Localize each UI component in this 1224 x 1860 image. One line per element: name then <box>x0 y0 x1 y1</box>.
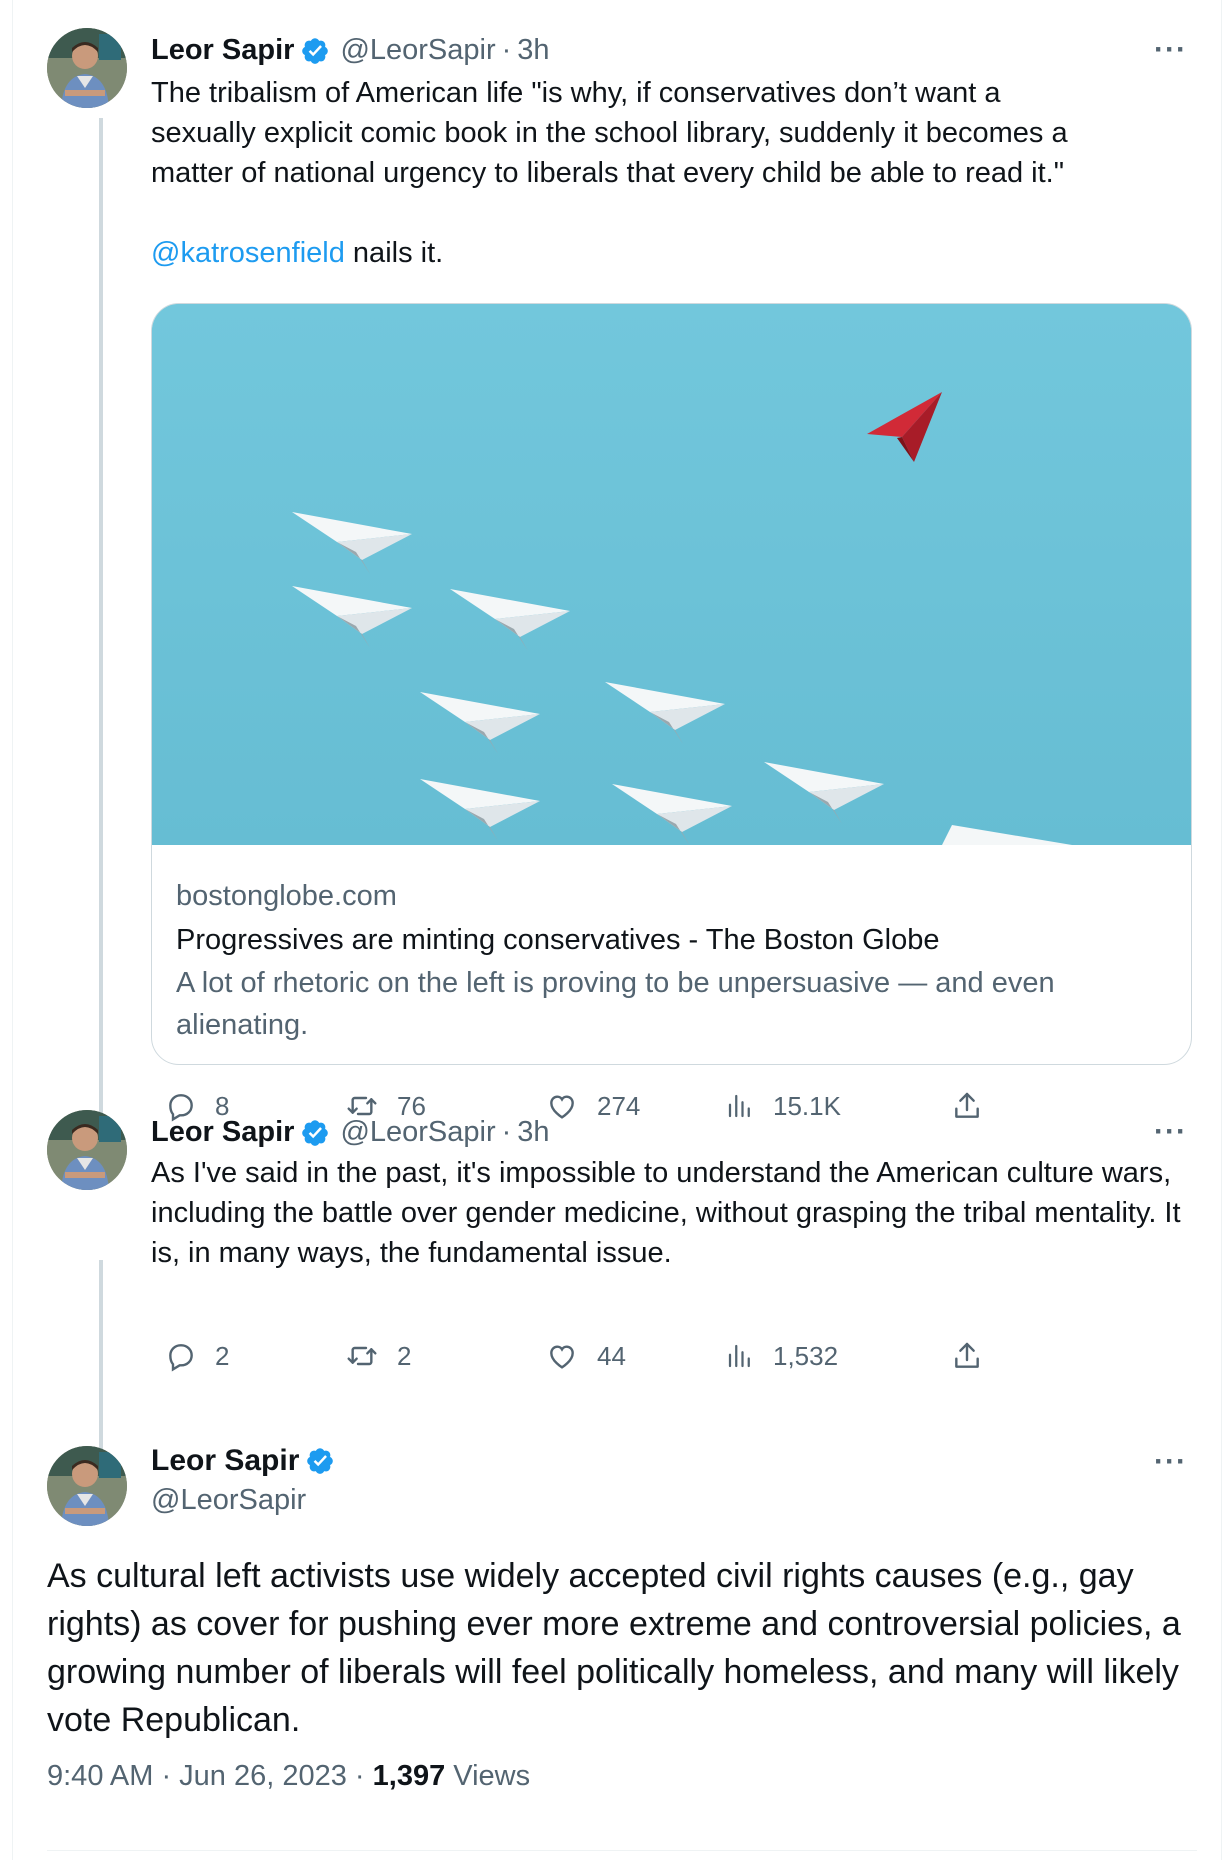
author-name-row: Leor Sapir <box>151 1444 345 1478</box>
link-card-domain: bostonglobe.com <box>176 880 397 912</box>
views-icon <box>728 1344 750 1368</box>
link-card-image[interactable] <box>152 304 1191 846</box>
link-card-meta: bostonglobe.com Progressives are minting… <box>176 874 1166 1046</box>
retweet-count: 2 <box>397 1340 412 1371</box>
author-handle[interactable]: @LeorSapir <box>340 1116 495 1149</box>
reply-icon <box>169 1344 193 1372</box>
retweet-icon <box>347 1346 377 1366</box>
like-count: 274 <box>597 1090 641 1121</box>
tweet-text: The tribalism of American life "is why, … <box>151 73 1191 273</box>
like-icon <box>550 1095 574 1119</box>
views-button[interactable]: 1,532 <box>725 1340 838 1372</box>
views-button[interactable]: 15.1K <box>725 1090 841 1122</box>
more-icon[interactable]: ··· <box>1154 1447 1187 1477</box>
share-icon <box>955 1092 979 1118</box>
tweet-text-line: matter of national urgency to liberals t… <box>151 157 1065 189</box>
author-handle[interactable]: @LeorSapir <box>151 1484 306 1517</box>
avatar-image <box>47 1446 127 1526</box>
mention-line: @katrosenfield nails it. <box>151 233 1191 273</box>
views-count: 1,397 <box>372 1760 446 1792</box>
divider <box>47 1850 1197 1851</box>
mention-link[interactable]: @katrosenfield <box>151 237 345 269</box>
retweet-button[interactable]: 2 <box>345 1340 411 1372</box>
link-card[interactable]: bostonglobe.com Progressives are minting… <box>151 303 1192 1065</box>
page: Leor Sapir @LeorSapir · 3h ··· The triba… <box>0 0 1224 1860</box>
tweet-text: As I've said in the past, it's impossibl… <box>151 1157 1181 1269</box>
main-tweet-text: As cultural left activists use widely ac… <box>47 1557 1181 1739</box>
separator-dot: · <box>501 34 512 66</box>
views-icon <box>728 1094 750 1118</box>
link-card-description: A lot of rhetoric on the left is proving… <box>176 967 1055 1041</box>
mention-suffix: nails it. <box>344 237 444 269</box>
more-icon[interactable]: ··· <box>1154 35 1187 65</box>
main-tweet: Leor Sapir @LeorSapir ··· As cultural le… <box>13 1420 1221 1860</box>
tweet-text-line: sexually explicit comic book in the scho… <box>151 117 1068 149</box>
thread-card: Leor Sapir @LeorSapir · 3h ··· The triba… <box>12 0 1222 1860</box>
tweet[interactable]: Leor Sapir @LeorSapir · 3h ··· The triba… <box>13 0 1221 1160</box>
reply-button[interactable]: 2 <box>165 1340 229 1372</box>
tweet-actions: 2 2 44 1,532 <box>151 1340 1011 1380</box>
share-icon <box>955 1342 979 1368</box>
like-count: 44 <box>597 1340 626 1371</box>
tweet-time[interactable]: 3h <box>517 1116 549 1149</box>
more-icon[interactable]: ··· <box>1154 1117 1187 1147</box>
avatar-image <box>47 28 127 108</box>
like-button[interactable]: 274 <box>545 1090 640 1122</box>
avatar-image <box>47 1110 127 1190</box>
tweet-footer: 9:40 AM · Jun 26, 2023 · 1,397 Views <box>47 1760 530 1793</box>
tweet-text-line: The tribalism of American life "is why, … <box>151 77 1001 109</box>
author-name[interactable]: Leor Sapir <box>151 34 294 67</box>
tweet-header: Leor Sapir @LeorSapir · 3h <box>151 1116 550 1149</box>
views-count: 15.1K <box>773 1090 841 1121</box>
author-handle[interactable]: @LeorSapir <box>340 34 495 67</box>
tweet[interactable]: Leor Sapir @LeorSapir · 3h ··· As I've s… <box>13 1110 1221 1420</box>
avatar[interactable] <box>47 28 127 108</box>
paper-planes-illustration <box>152 304 1191 846</box>
like-button[interactable]: 44 <box>545 1340 626 1372</box>
verified-badge-icon <box>302 1119 329 1146</box>
tweet-header: Leor Sapir @LeorSapir · 3h <box>151 34 550 67</box>
avatar[interactable] <box>47 1446 127 1526</box>
share-button[interactable] <box>951 1340 1001 1372</box>
like-icon <box>550 1345 574 1369</box>
verified-badge-icon <box>307 1448 334 1474</box>
author-name[interactable]: Leor Sapir <box>151 1444 299 1478</box>
author-name[interactable]: Leor Sapir <box>151 1116 294 1149</box>
link-card-title[interactable]: Progressives are minting conservatives -… <box>176 918 1166 962</box>
tweet-time[interactable]: 3h <box>517 34 549 67</box>
separator-dot: · <box>501 1116 512 1148</box>
share-button[interactable] <box>951 1090 1001 1122</box>
verified-badge-icon <box>302 37 329 64</box>
reply-count: 2 <box>215 1340 230 1371</box>
views-count: 1,532 <box>773 1340 839 1371</box>
timestamp[interactable]: 9:40 AM · Jun 26, 2023 · <box>47 1760 373 1792</box>
avatar[interactable] <box>47 1110 127 1190</box>
views-label: Views <box>445 1760 531 1792</box>
